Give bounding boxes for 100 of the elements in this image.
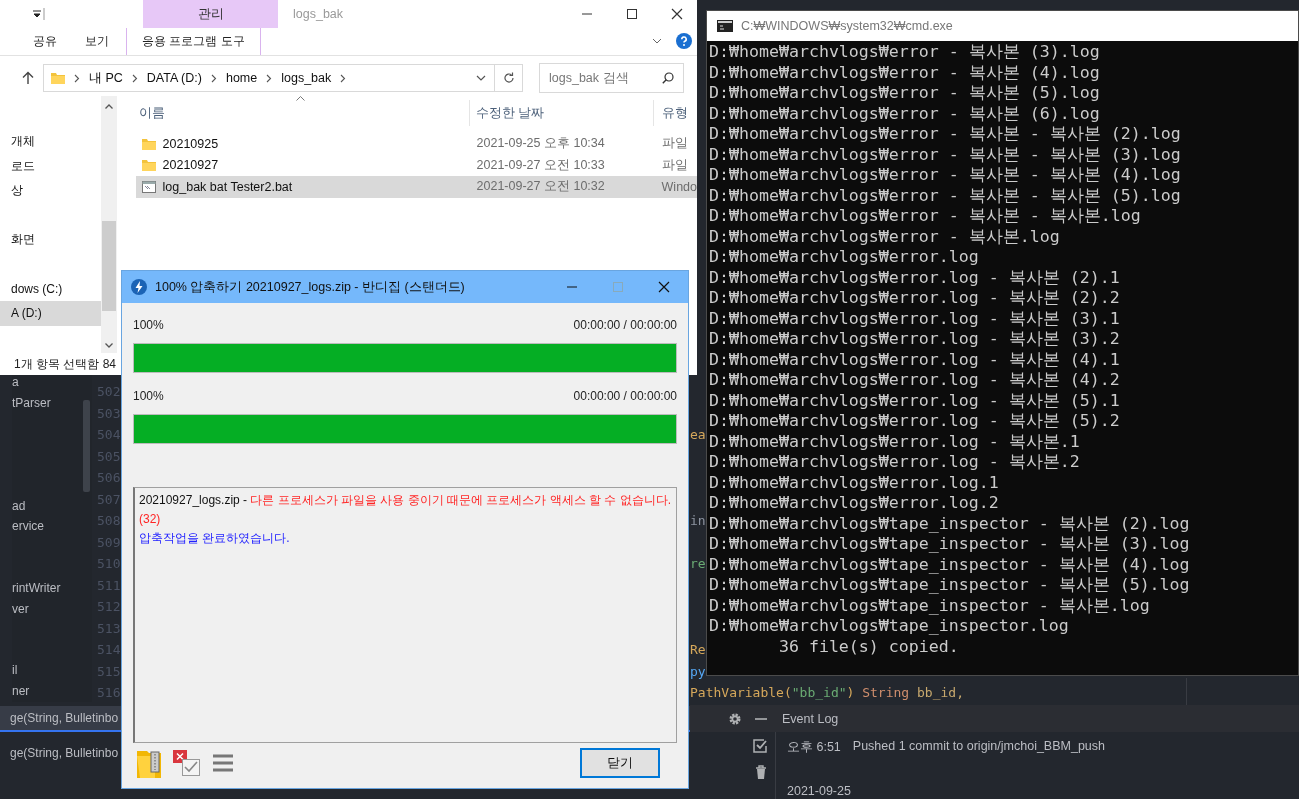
code-line: py bbox=[690, 662, 706, 681]
file-name: log_bak bat Tester2.bat bbox=[162, 179, 293, 194]
ribbon-tab[interactable]: 공유 bbox=[33, 28, 57, 55]
console-line: D:₩home₩archvlogs₩error - 복사본 - 복사본 (3).log bbox=[709, 144, 1182, 165]
nav-item[interactable]: 로드 bbox=[0, 153, 101, 178]
progress-label: 100% bbox=[133, 317, 164, 334]
app-icon bbox=[131, 279, 147, 295]
close-button[interactable]: 닫기 bbox=[580, 748, 660, 778]
close-when-done-icon[interactable] bbox=[173, 750, 201, 776]
console-line: D:₩home₩archvlogs₩tape_inspector - 복사본 (2).log bbox=[709, 513, 1191, 534]
window-title: C:₩WINDOWS₩system32₩cmd.exe bbox=[741, 19, 953, 33]
console-line: D:₩home₩archvlogs₩error - 복사본 (4).log bbox=[709, 62, 1101, 83]
nav-item[interactable]: 개체 bbox=[0, 129, 101, 154]
folder-icon bbox=[141, 137, 156, 150]
code-line: Re bbox=[690, 641, 706, 659]
scrollbar[interactable] bbox=[101, 96, 117, 353]
maximize-icon[interactable] bbox=[626, 8, 638, 20]
breadcrumb[interactable]: 내 PC bbox=[89, 69, 123, 87]
nav-item[interactable]: A (D:) bbox=[0, 301, 101, 326]
file-row[interactable]: 20210927 2021-09-27 오전 10:33 파일 bbox=[135, 154, 697, 176]
menu-icon[interactable] bbox=[213, 754, 233, 772]
elapsed-time: 00:00:00 / 00:00:00 bbox=[573, 388, 677, 405]
dropdown-icon[interactable] bbox=[31, 8, 45, 20]
help-icon[interactable] bbox=[676, 33, 692, 50]
file-row[interactable]: 20210925 2021-09-25 오후 10:34 파일 bbox=[135, 133, 697, 155]
console-line: D:₩home₩archvlogs₩error.log - 복사본 (4).1 bbox=[709, 349, 1121, 370]
console-line: D:₩home₩archvlogs₩error - 복사본 - 복사본.log bbox=[709, 206, 1142, 227]
chevron-icon bbox=[266, 73, 273, 83]
refresh-icon bbox=[502, 72, 515, 85]
status-text: 1개 항목 선택함 84 bbox=[13, 356, 118, 373]
file-date: 2021-09-27 오전 10:32 bbox=[476, 178, 606, 196]
folder-icon bbox=[141, 159, 156, 172]
tree-item[interactable]: ad bbox=[12, 495, 92, 517]
console-line: D:₩home₩archvlogs₩error.log.1 bbox=[709, 472, 1000, 493]
elapsed-time: 00:00:00 / 00:00:00 bbox=[573, 317, 677, 334]
chevron-down-icon[interactable] bbox=[476, 75, 486, 82]
trash-icon[interactable] bbox=[755, 765, 767, 779]
column-header[interactable]: 유형 bbox=[653, 100, 688, 126]
console-line: D:₩home₩archvlogs₩error - 복사본.log bbox=[709, 226, 1061, 247]
tree-item[interactable]: rintWriter bbox=[12, 577, 92, 599]
tree-item[interactable]: ervice bbox=[12, 516, 92, 537]
console-line: D:₩home₩archvlogs₩error - 복사본 - 복사본 (5).log bbox=[709, 185, 1182, 206]
console-line: D:₩home₩archvlogs₩tape_inspector - 복사본.log bbox=[709, 595, 1151, 616]
chevron-icon bbox=[74, 73, 80, 83]
file-name: 20210927 bbox=[162, 158, 219, 173]
console-line: D:₩home₩archvlogs₩tape_inspector - 복사본 (5).log bbox=[709, 575, 1191, 596]
console-line: D:₩home₩archvlogs₩error - 복사본 (5).log bbox=[709, 83, 1101, 104]
scrollbar-thumb[interactable] bbox=[102, 221, 116, 311]
close-icon[interactable] bbox=[671, 8, 683, 20]
breadcrumb[interactable]: home bbox=[225, 71, 258, 86]
file-row[interactable]: log_bak bat Tester2.bat 2021-09-27 오전 10:32 Windo bbox=[135, 176, 697, 198]
nav-item[interactable]: 상 bbox=[0, 178, 101, 203]
tree-item[interactable]: ner bbox=[12, 680, 92, 702]
refresh-button[interactable] bbox=[495, 64, 523, 93]
console-line: D:₩home₩archvlogs₩error.log - 복사본 (5).1 bbox=[709, 390, 1121, 411]
scrollbar-thumb[interactable] bbox=[83, 400, 90, 492]
code-line: in bbox=[690, 512, 706, 530]
tree-item[interactable]: ver bbox=[12, 598, 92, 620]
ribbon-tab[interactable]: 보기 bbox=[85, 28, 109, 55]
close-icon[interactable] bbox=[658, 281, 670, 293]
file-name: 20210925 bbox=[162, 136, 219, 151]
nav-item[interactable]: 화면 bbox=[0, 227, 101, 252]
console-line: D:₩home₩archvlogs₩error - 복사본 (3).log bbox=[709, 42, 1101, 63]
settings-icon[interactable] bbox=[728, 711, 742, 726]
address-bar[interactable]: 내 PC DATA (D:) home logs_bak bbox=[43, 64, 495, 93]
breadcrumb[interactable]: DATA (D:) bbox=[146, 71, 202, 86]
up-arrow-icon[interactable] bbox=[22, 71, 34, 86]
folder-icon bbox=[51, 72, 65, 85]
console-line: D:₩home₩archvlogs₩tape_inspector - 복사본 (4).log bbox=[709, 554, 1191, 575]
console-line: D:₩home₩archvlogs₩error - 복사본 (6).log bbox=[709, 103, 1101, 124]
tree-item[interactable]: a bbox=[12, 372, 92, 393]
console-line: D:₩home₩archvlogs₩error.log - 복사본.2 bbox=[709, 452, 1081, 473]
column-header[interactable]: 이름 bbox=[116, 100, 470, 126]
breadcrumb[interactable]: logs_bak bbox=[281, 71, 332, 86]
zip-folder-icon[interactable] bbox=[137, 748, 161, 778]
column-header[interactable]: 수정한 날짜 bbox=[469, 100, 654, 126]
console-line: 36 file(s) copied. bbox=[777, 636, 960, 657]
batch-file-icon bbox=[141, 180, 156, 193]
tree-item[interactable]: il bbox=[12, 660, 92, 681]
context-tab-group: 관리 bbox=[143, 0, 278, 28]
code-line: ea bbox=[690, 426, 706, 444]
console-line: D:₩home₩archvlogs₩error.log - 복사본 (3).1 bbox=[709, 308, 1121, 329]
console-line: D:₩home₩archvlogs₩error - 복사본 - 복사본 (4).log bbox=[709, 165, 1182, 186]
checkbox-icon[interactable] bbox=[753, 739, 767, 753]
console-line: D:₩home₩archvlogs₩error.log - 복사본 (2).1 bbox=[709, 267, 1121, 288]
chevron-down-icon[interactable] bbox=[652, 38, 662, 45]
tree-item[interactable]: tParser bbox=[12, 392, 92, 414]
nav-item[interactable]: dows (C:) bbox=[0, 276, 101, 301]
log-date: 2021-09-25 bbox=[787, 784, 852, 798]
sort-caret-icon bbox=[295, 96, 305, 101]
panel-title: Event Log bbox=[782, 711, 839, 726]
console-line: D:₩home₩archvlogs₩error.log - 복사본.1 bbox=[709, 431, 1081, 452]
console-line: D:₩home₩archvlogs₩error.log - 복사본 (5).2 bbox=[709, 411, 1121, 432]
search-field[interactable]: logs_bak 검색 bbox=[539, 63, 684, 94]
console-line: D:₩home₩archvlogs₩error - 복사본 - 복사본 (2).log bbox=[709, 124, 1182, 145]
file-type: 파일 bbox=[661, 135, 688, 153]
code-line: re bbox=[690, 555, 706, 573]
console-line: D:₩home₩archvlogs₩error.log bbox=[709, 247, 980, 268]
file-date: 2021-09-27 오전 10:33 bbox=[476, 156, 606, 174]
console-icon bbox=[717, 20, 733, 32]
